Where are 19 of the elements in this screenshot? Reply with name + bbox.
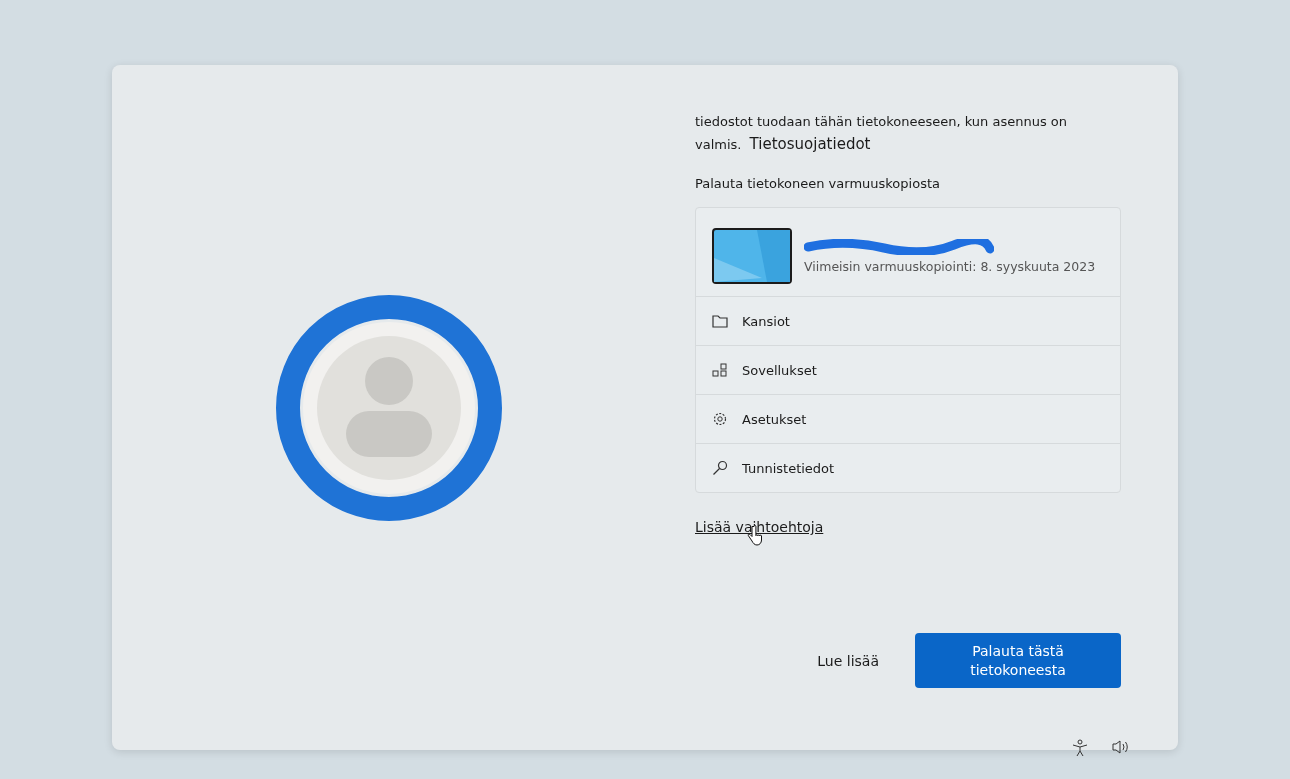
accessibility-icon[interactable] <box>1072 739 1088 757</box>
last-backup-text: Viimeisin varmuuskopiointi: 8. syyskuuta 2023 <box>804 258 1096 274</box>
intro-text: tiedostot tuodaan tähän tietokoneeseen, kun asennus on valmis. Tietosuojatiedot <box>695 113 1069 155</box>
backup-item-label: Kansiot <box>742 313 790 329</box>
speaker-icon[interactable] <box>1112 739 1130 755</box>
more-options-link[interactable]: Lisää vaihtoehtoja <box>695 519 824 535</box>
gear-icon <box>712 411 728 427</box>
section-heading: Palauta tietokoneen varmuuskopiosta <box>695 176 941 191</box>
user-avatar-icon <box>273 292 504 523</box>
key-icon <box>712 460 728 476</box>
privacy-link[interactable]: Tietosuojatiedot <box>749 135 871 153</box>
apps-icon <box>712 363 728 377</box>
backup-item-label: Tunnistetiedot <box>742 460 835 476</box>
restore-button[interactable]: Palauta tästä tietokoneesta <box>915 633 1121 688</box>
learn-more-button[interactable]: Lue lisää <box>817 646 879 675</box>
backup-item-label: Sovellukset <box>742 362 817 378</box>
backup-item-label: Asetukset <box>742 411 807 427</box>
folder-icon <box>712 314 728 328</box>
desktop-screen-icon <box>712 228 792 284</box>
